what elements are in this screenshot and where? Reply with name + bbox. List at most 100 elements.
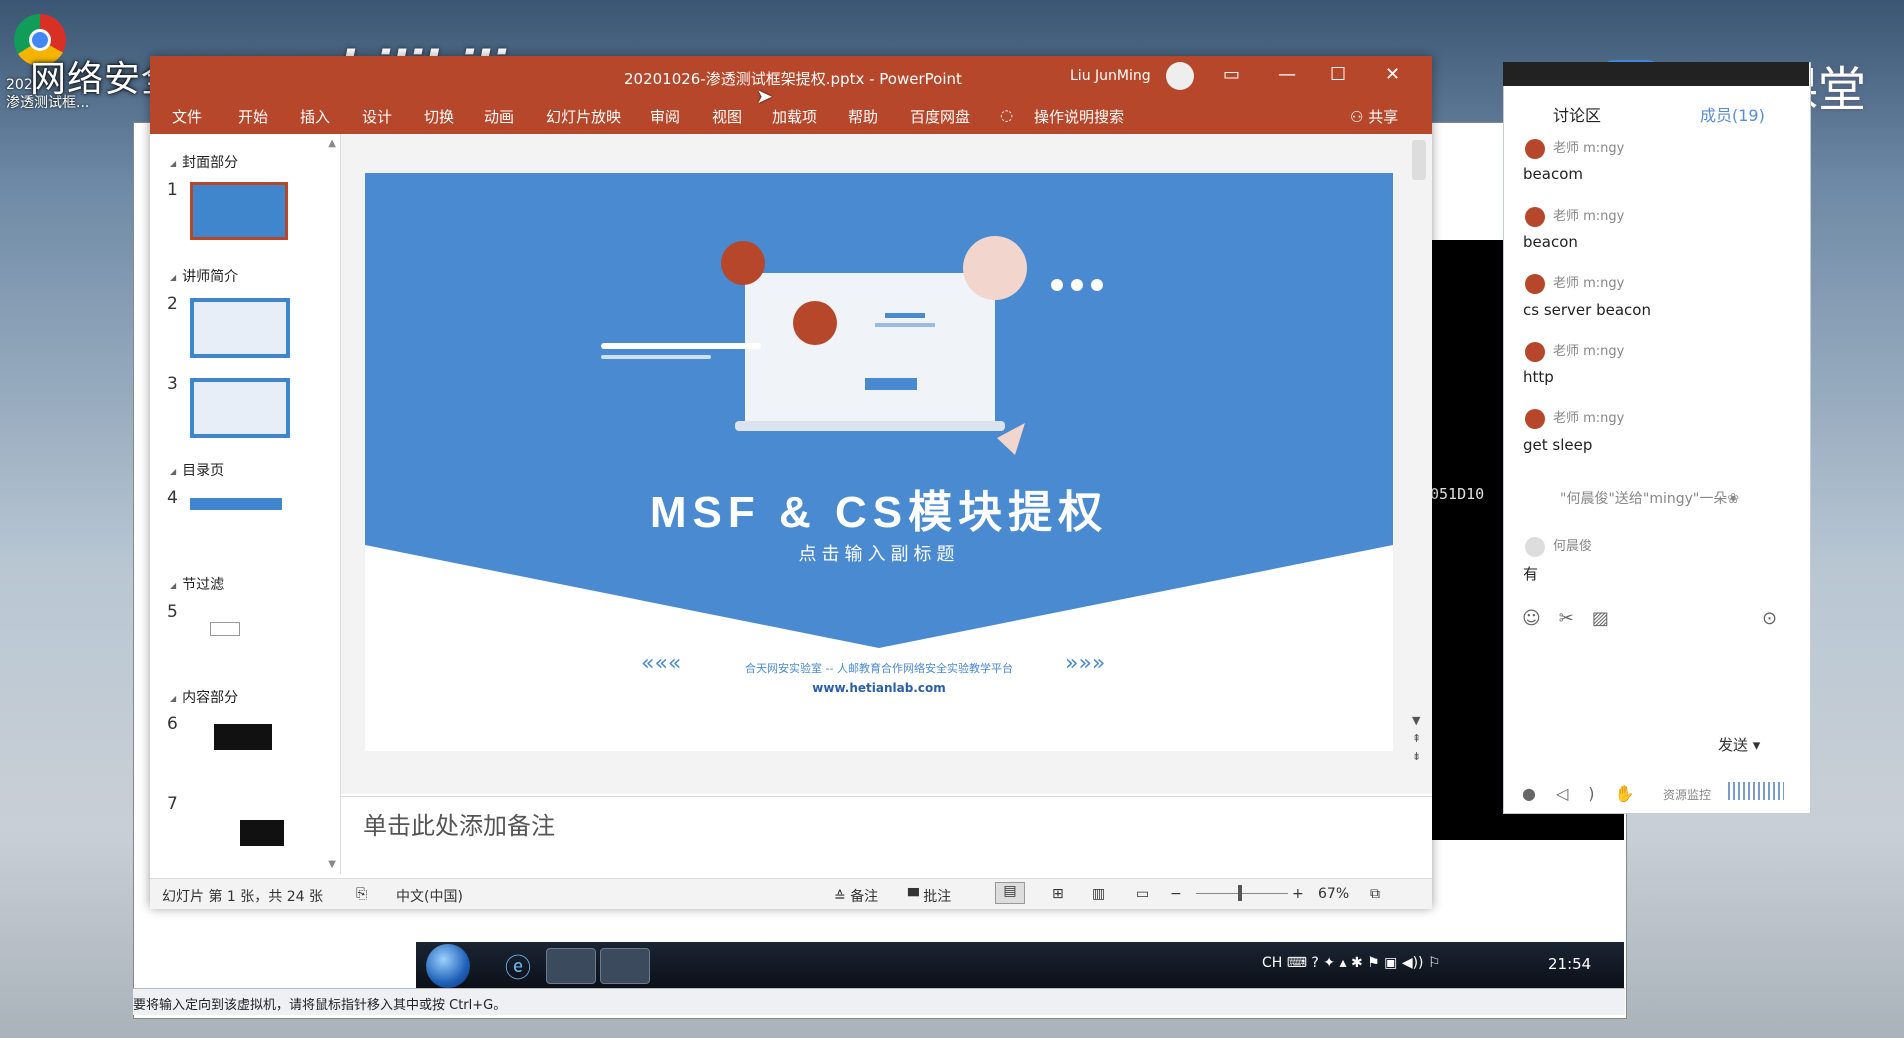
windows-start-icon[interactable]	[426, 944, 470, 988]
share-button[interactable]: ⚇ 共享	[1350, 106, 1398, 127]
tab-slideshow[interactable]: 幻灯片放映	[546, 106, 621, 127]
section-instructor[interactable]: 讲师简介	[170, 266, 238, 286]
language-status[interactable]: 中文(中国)	[396, 886, 463, 906]
slide-number: 1	[167, 180, 178, 200]
tab-review[interactable]: 审阅	[650, 106, 680, 127]
chat-header-bar	[1503, 62, 1809, 86]
chat-message-sender: 老师 m:ngy	[1525, 272, 1624, 294]
notes-placeholder[interactable]: 单击此处添加备注	[363, 806, 555, 841]
zoom-level[interactable]: 67%	[1318, 886, 1349, 902]
tab-animations[interactable]: 动画	[484, 106, 514, 127]
slide-number: 6	[167, 714, 178, 734]
lightbulb-icon[interactable]: ◌	[1000, 106, 1013, 124]
slide-number: 3	[167, 374, 178, 394]
hand-icon[interactable]: ✋	[1615, 784, 1655, 803]
emoji-icon[interactable]: ☺	[1522, 608, 1559, 629]
resource-monitor[interactable]: 资源监控	[1663, 786, 1711, 803]
tab-members[interactable]: 成员(19)	[1700, 102, 1765, 126]
maximize-icon[interactable]: ☐	[1330, 64, 1346, 85]
section-toc[interactable]: 目录页	[170, 460, 224, 480]
slide-nav-buttons[interactable]: ▼ ⇞ ⇟	[1412, 712, 1421, 766]
tab-transitions[interactable]: 切换	[424, 106, 454, 127]
comments-toggle-button[interactable]: ▀ 批注	[908, 886, 951, 906]
vm-status-bar: 要将输入定向到该虚拟机，请将鼠标指针移入其中或按 Ctrl+G。	[133, 988, 1625, 1015]
slide-canvas[interactable]: MSF & CS模块提权 点击输入副标题 ««« »»» 合天网安实验室 -- …	[365, 173, 1393, 751]
slide-title[interactable]: MSF & CS模块提权	[365, 476, 1393, 540]
tab-home[interactable]: 开始	[238, 106, 268, 127]
tab-discussion[interactable]: 讨论区	[1553, 102, 1601, 126]
vm-clock[interactable]: 21:54	[1548, 955, 1591, 973]
ie-icon[interactable]: ⓔ	[494, 948, 542, 984]
chat-message-text: get sleep	[1523, 436, 1593, 454]
speaker-icon[interactable]: ◁)	[1556, 784, 1615, 803]
slide-number: 7	[167, 794, 178, 814]
slide-thumbnail-5[interactable]	[210, 622, 240, 636]
avatar	[1525, 273, 1545, 294]
slide-number: 4	[167, 488, 178, 508]
vertical-scrollbar[interactable]	[1412, 140, 1426, 180]
avatar[interactable]	[1166, 62, 1194, 90]
slide-thumbnail-2[interactable]	[190, 298, 290, 358]
minimize-icon[interactable]: —	[1278, 64, 1296, 85]
vm-tray: CH ⌨ ? ✦ ▴ ✱ ⚑ ▣ ◀)) ⚐	[1262, 955, 1441, 971]
zoom-slider-handle[interactable]	[1238, 885, 1242, 901]
slideshow-button[interactable]: ▭	[1136, 886, 1149, 902]
slide-sorter-button[interactable]: ⊞	[1052, 886, 1064, 902]
scissors-icon[interactable]: ✂	[1559, 608, 1592, 629]
explorer-taskbar-icon[interactable]	[546, 948, 596, 984]
window-title: 20201026-渗透测试框架提权.pptx - PowerPoint	[624, 70, 962, 88]
zoom-in-button[interactable]: +	[1292, 886, 1304, 902]
tab-help[interactable]: 帮助	[848, 106, 878, 127]
account-name[interactable]: Liu JunMing	[1070, 68, 1151, 84]
slide-thumbnail-pane[interactable]: ▲ 封面部分 1 讲师简介 2 3 目录页 4 节过滤 5 内容部分 6 7 ▼	[150, 134, 341, 874]
chat-message-text: beacon	[1523, 233, 1578, 251]
vm-console-text: 051D10	[1430, 485, 1485, 503]
tab-insert[interactable]: 插入	[300, 106, 330, 127]
section-content[interactable]: 内容部分	[170, 687, 238, 707]
slide-thumbnail-4[interactable]	[190, 498, 282, 510]
chat-message-sender: 老师 m:ngy	[1525, 340, 1624, 362]
slide-subtitle[interactable]: 点击输入副标题	[365, 540, 1393, 566]
tab-addins[interactable]: 加载项	[772, 106, 817, 127]
microphone-icon[interactable]: ●	[1522, 784, 1556, 803]
tell-me-search[interactable]: 操作说明搜索	[1034, 106, 1124, 127]
mouse-cursor-icon: ➤	[756, 84, 773, 108]
zoom-out-button[interactable]: −	[1170, 886, 1182, 902]
gift-notice: "何晨俊"送给"mingy"一朵❀	[1560, 491, 1740, 507]
slide-thumbnail-3[interactable]	[190, 378, 290, 438]
slide-counter: 幻灯片 第 1 张，共 24 张	[162, 889, 323, 905]
slide-thumbnail-1[interactable]	[190, 182, 288, 240]
reading-view-button[interactable]: ▥	[1092, 886, 1105, 902]
ribbon-display-icon[interactable]: ▭	[1223, 64, 1240, 85]
settings-icon[interactable]: ⊙	[1762, 608, 1777, 629]
image-icon[interactable]: ▨	[1592, 608, 1627, 629]
chat-bottom-toolbar: ●◁)✋	[1522, 784, 1654, 803]
avatar	[1525, 341, 1545, 362]
language-indicator[interactable]: CH	[1262, 955, 1282, 971]
tab-view[interactable]: 视图	[712, 106, 742, 127]
title-bar: 20201026-渗透测试框架提权.pptx - PowerPoint Liu …	[150, 56, 1432, 96]
section-cover[interactable]: 封面部分	[170, 152, 238, 172]
tab-design[interactable]: 设计	[362, 106, 392, 127]
close-icon[interactable]: ✕	[1385, 64, 1400, 85]
slide-thumbnail-6[interactable]	[214, 724, 272, 750]
tab-baidu-netdisk[interactable]: 百度网盘	[910, 106, 970, 127]
tab-file[interactable]: 文件	[172, 106, 202, 127]
section-transition[interactable]: 节过滤	[170, 574, 224, 594]
cmd-taskbar-icon[interactable]	[600, 948, 650, 984]
chat-message-sender: 老师 m:ngy	[1525, 205, 1624, 227]
vm-taskbar	[416, 942, 1624, 988]
fit-to-window-icon[interactable]: ⧉	[1370, 886, 1380, 902]
scroll-down-icon[interactable]: ▼	[328, 859, 336, 870]
zoom-slider-track[interactable]	[1196, 893, 1288, 894]
slide-thumbnail-7[interactable]	[240, 820, 284, 846]
scroll-up-icon[interactable]: ▲	[328, 138, 336, 149]
chat-message-text: 有	[1523, 565, 1539, 583]
send-button[interactable]: 发送 ▾	[1718, 734, 1760, 755]
slide-number: 5	[167, 602, 178, 622]
normal-view-button[interactable]: ▤	[995, 882, 1025, 904]
notes-toggle-button[interactable]: ≙ 备注	[834, 886, 878, 906]
tray-icons[interactable]: ⌨ ? ✦ ▴ ✱ ⚑ ▣ ◀)) ⚐	[1287, 955, 1441, 971]
chat-message-text: http	[1523, 368, 1554, 386]
accessibility-icon[interactable]: ⎘	[356, 886, 367, 902]
